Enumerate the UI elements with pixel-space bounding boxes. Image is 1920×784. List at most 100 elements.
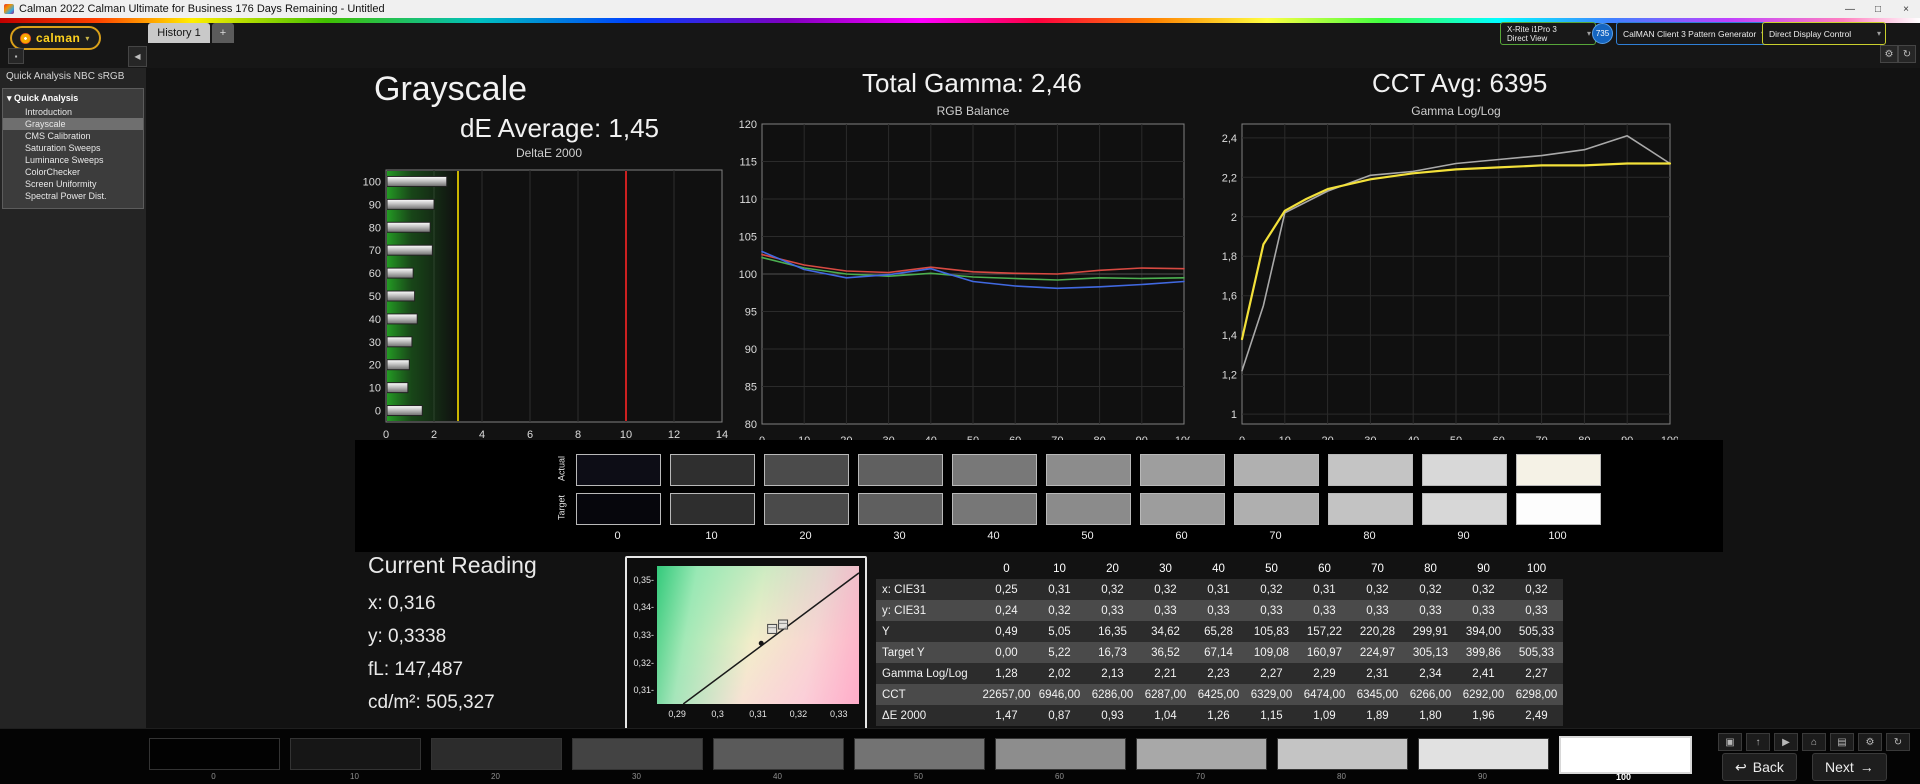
grayscale-level-patch-100[interactable] (1559, 736, 1692, 774)
target-swatch-90 (1422, 493, 1507, 525)
grayscale-level-patch-30[interactable] (572, 738, 703, 770)
table-cell: 0,32 (1033, 600, 1086, 621)
rgb-balance-chart-title: RGB Balance (762, 104, 1184, 120)
meter-name: X-Rite i1Pro 3 (1507, 25, 1557, 34)
grayscale-level-patch-40[interactable] (713, 738, 844, 770)
settings-gear-button[interactable]: ⚙ (1880, 45, 1898, 63)
next-button[interactable]: Next → (1812, 753, 1887, 781)
grayscale-level-label: 10 (290, 772, 419, 781)
table-cell: 109,08 (1245, 642, 1298, 663)
gear-icon-button[interactable]: ⚙ (1858, 733, 1882, 751)
grayscale-level-patch-50[interactable] (854, 738, 985, 770)
table-cell: 34,62 (1139, 621, 1192, 642)
current-reading-value: x: 0,316 (368, 587, 537, 620)
tree-root-quick-analysis[interactable]: ▾ Quick Analysis (3, 91, 143, 106)
pin-button[interactable]: ▪ (8, 48, 24, 64)
refresh-icon-button[interactable]: ↻ (1886, 733, 1910, 751)
svg-text:1: 1 (1231, 409, 1237, 421)
table-column-header: 30 (1139, 558, 1192, 579)
actual-swatch-70 (1234, 454, 1319, 486)
pattern-generator-name: CalMAN Client 3 Pattern Generator (1623, 29, 1756, 39)
grayscale-level-label: 50 (854, 772, 983, 781)
play-icon-button[interactable]: ▶ (1774, 733, 1798, 751)
swatch-row-label-target: Target (557, 485, 568, 531)
svg-text:2: 2 (1231, 212, 1237, 224)
svg-text:115: 115 (739, 157, 757, 169)
table-cell: 305,13 (1404, 642, 1457, 663)
refresh-button[interactable]: ↻ (1898, 45, 1916, 63)
display-control-dropdown[interactable]: Direct Display Control ▾ (1762, 22, 1886, 45)
sidebar-item-saturation-sweeps[interactable]: Saturation Sweeps (3, 142, 143, 154)
sidebar-item-screen-uniformity[interactable]: Screen Uniformity (3, 178, 143, 190)
grayscale-level-label: 100 (1559, 772, 1688, 782)
table-cell: 1,28 (980, 663, 1033, 684)
display-icon-button[interactable]: ▣ (1718, 733, 1742, 751)
actual-swatch-30 (858, 454, 943, 486)
close-button[interactable]: × (1892, 0, 1920, 18)
add-tab-button[interactable]: + (212, 23, 234, 43)
table-cell: 5,05 (1033, 621, 1086, 642)
table-cell: 1,15 (1245, 705, 1298, 726)
target-swatch-70 (1234, 493, 1319, 525)
up-icon-button[interactable]: ↑ (1746, 733, 1770, 751)
svg-text:1,6: 1,6 (1222, 291, 1237, 303)
grayscale-level-patch-10[interactable] (290, 738, 421, 770)
table-cell: 2,29 (1298, 663, 1351, 684)
pattern-generator-dropdown[interactable]: CalMAN Client 3 Pattern Generator ▾ (1616, 22, 1770, 45)
table-column-header: 100 (1510, 558, 1563, 579)
svg-text:95: 95 (745, 307, 757, 319)
table-cell: 1,96 (1457, 705, 1510, 726)
sidebar-collapse-button[interactable]: ◀ (128, 46, 147, 67)
table-cell: 0,00 (980, 642, 1033, 663)
grayscale-level-patch-90[interactable] (1418, 738, 1549, 770)
sidebar-item-colorchecker[interactable]: ColorChecker (3, 166, 143, 178)
calman-menu-button[interactable]: calman ▾ (10, 26, 101, 50)
sidebar-item-luminance-sweeps[interactable]: Luminance Sweeps (3, 154, 143, 166)
svg-text:1,4: 1,4 (1222, 330, 1237, 342)
grayscale-level-patch-0[interactable] (149, 738, 280, 770)
actual-swatch-100 (1516, 454, 1601, 486)
grayscale-level-patch-70[interactable] (1136, 738, 1267, 770)
meter-dropdown[interactable]: X-Rite i1Pro 3 Direct View ▾ (1500, 22, 1596, 45)
table-cell: 0,33 (1139, 600, 1192, 621)
table-cell: 505,33 (1510, 621, 1563, 642)
tab-history-1[interactable]: History 1 (148, 23, 210, 43)
svg-text:80: 80 (745, 419, 757, 431)
table-cell: 0,93 (1086, 705, 1139, 726)
table-cell: 1,47 (980, 705, 1033, 726)
table-column-header: 80 (1404, 558, 1457, 579)
sidebar-item-introduction[interactable]: Introduction (3, 106, 143, 118)
table-cell: 0,32 (1139, 579, 1192, 600)
table-row-label: ΔE 2000 (876, 705, 980, 726)
minimize-button[interactable]: — (1836, 0, 1864, 18)
workflow-title: Quick Analysis NBC sRGB (0, 68, 146, 85)
target-swatch-30 (858, 493, 943, 525)
sidebar-item-grayscale[interactable]: Grayscale (3, 118, 143, 130)
table-cell: 0,25 (980, 579, 1033, 600)
swatch-column-label: 30 (858, 530, 941, 542)
svg-text:120: 120 (739, 120, 757, 131)
sidebar-item-cms-calibration[interactable]: CMS Calibration (3, 130, 143, 142)
grayscale-level-patch-20[interactable] (431, 738, 562, 770)
actual-swatch-80 (1328, 454, 1413, 486)
sidebar-item-spectral-power-dist-[interactable]: Spectral Power Dist. (3, 190, 143, 202)
grayscale-level-patch-80[interactable] (1277, 738, 1408, 770)
gamma-chart: Gamma Log/Log 01020304050607080901002,42… (1208, 104, 1678, 455)
table-cell: 0,87 (1033, 705, 1086, 726)
grayscale-level-label: 30 (572, 772, 701, 781)
cie-chromaticity-panel: 0,35-0,34-0,33-0,32-0,31-0,290,30,310,32… (625, 556, 867, 732)
svg-text:30: 30 (369, 337, 381, 349)
table-cell: 505,33 (1510, 642, 1563, 663)
home-icon-button[interactable]: ⌂ (1802, 733, 1826, 751)
grayscale-level-label: 0 (149, 772, 278, 781)
cie-y-tick: 0,33- (627, 630, 654, 640)
current-reading-title: Current Reading (368, 552, 537, 579)
grayscale-level-patch-60[interactable] (995, 738, 1126, 770)
back-button[interactable]: ↩ Back (1722, 753, 1797, 781)
table-cell: 105,83 (1245, 621, 1298, 642)
actual-swatch-40 (952, 454, 1037, 486)
maximize-button[interactable]: □ (1864, 0, 1892, 18)
print-icon-button[interactable]: ▤ (1830, 733, 1854, 751)
app-icon (4, 4, 14, 14)
table-cell: 0,32 (1245, 579, 1298, 600)
